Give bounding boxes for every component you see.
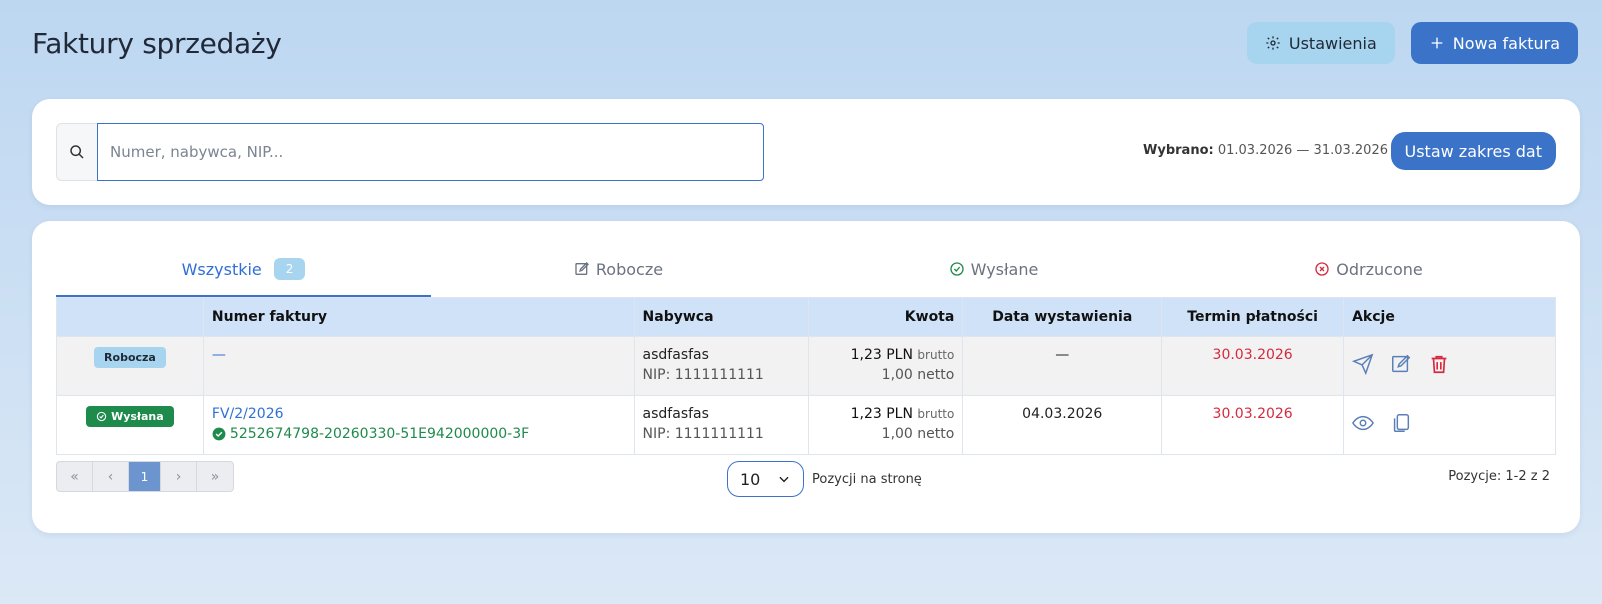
settings-button[interactable]: Ustawienia — [1246, 22, 1395, 64]
search-input[interactable] — [97, 123, 764, 181]
filter-card: Wybrano: 01.03.2026 — 31.03.2026 Ustaw z… — [32, 99, 1580, 205]
tab-sent-label: Wysłane — [970, 259, 1039, 279]
due-date: 30.03.2026 — [1161, 336, 1345, 396]
edit-icon — [574, 261, 590, 277]
positions-count: Pozycje: 1-2 z 2 — [1448, 469, 1550, 484]
invoice-number-link[interactable]: — — [212, 347, 226, 363]
col-status — [56, 297, 204, 337]
page-number-button[interactable]: 1 — [129, 462, 161, 491]
check-circle-icon — [949, 261, 965, 277]
issue-date: 04.03.2026 — [962, 395, 1163, 455]
buyer-name: asdfasfas — [642, 406, 709, 422]
status-badge: Wysłana — [86, 406, 174, 427]
per-page-label: Pozycji na stronę — [812, 471, 922, 487]
row-actions — [1352, 347, 1547, 375]
check-circle-icon — [96, 411, 107, 422]
table-header-row: Numer faktury Nabywca Kwota Data wystawi… — [56, 297, 1556, 337]
search-icon — [56, 123, 97, 181]
buyer-nip: NIP: 1111111111 — [642, 426, 764, 442]
edit-icon[interactable] — [1390, 353, 1412, 375]
chevron-down-icon — [777, 472, 791, 486]
due-date: 30.03.2026 — [1161, 395, 1345, 455]
gross-amount: 1,23 PLN — [850, 347, 913, 363]
selected-date-range: Wybrano: 01.03.2026 — 31.03.2026 — [1143, 143, 1388, 158]
ksef-number: 5252674798-20260330-51E942000000-3F — [212, 426, 626, 442]
plus-icon — [1429, 35, 1445, 51]
settings-label: Ustawienia — [1288, 33, 1377, 53]
x-circle-icon — [1314, 261, 1330, 277]
status-badge-label: Wysłana — [111, 410, 164, 423]
page-title: Faktury sprzedaży — [32, 26, 282, 60]
per-page-select[interactable]: 10 — [727, 461, 804, 497]
tab-sent[interactable]: Wysłane — [806, 243, 1181, 297]
tab-drafts-label: Robocze — [595, 259, 664, 279]
buyer-name: asdfasfas — [642, 347, 709, 363]
selected-prefix: Wybrano: — [1143, 143, 1214, 158]
first-page-icon[interactable]: « — [57, 462, 93, 491]
check-filled-icon — [212, 427, 226, 441]
gross-suffix: brutto — [917, 348, 955, 362]
issue-date: — — [962, 336, 1163, 396]
tab-all[interactable]: Wszystkie 2 — [56, 243, 431, 297]
col-amount: Kwota — [808, 297, 964, 337]
col-issue-date: Data wystawienia — [962, 297, 1163, 337]
tab-all-label: Wszystkie — [181, 259, 262, 279]
net-amount: 1,00 netto — [881, 367, 955, 383]
invoices-card: Wszystkie 2 Robocze Wysłane Odrzucone Nu… — [32, 221, 1580, 533]
set-date-range-button[interactable]: Ustaw zakres dat — [1390, 132, 1556, 170]
col-due-date: Termin płatności — [1161, 297, 1345, 337]
col-buyer: Nabywca — [633, 297, 810, 337]
gross-suffix: brutto — [917, 407, 955, 421]
trash-icon[interactable] — [1428, 353, 1450, 375]
invoices-table: Numer faktury Nabywca Kwota Data wystawi… — [56, 297, 1556, 455]
tab-all-count-badge: 2 — [273, 258, 306, 280]
table-row: Wysłana FV/2/2026 5252674798-20260330-51… — [56, 395, 1556, 455]
tab-rejected[interactable]: Odrzucone — [1181, 243, 1556, 297]
gear-icon — [1265, 35, 1281, 51]
col-actions: Akcje — [1343, 297, 1556, 337]
copy-icon[interactable] — [1390, 412, 1412, 434]
new-invoice-label: Nowa faktura — [1452, 33, 1560, 53]
send-icon[interactable] — [1352, 353, 1374, 375]
net-amount: 1,00 netto — [881, 426, 955, 442]
row-actions — [1352, 406, 1547, 434]
tab-rejected-label: Odrzucone — [1336, 259, 1423, 279]
eye-icon[interactable] — [1352, 412, 1375, 434]
new-invoice-button[interactable]: Nowa faktura — [1410, 22, 1578, 64]
header-actions: Ustawienia Nowa faktura — [1246, 22, 1578, 64]
invoice-number-link[interactable]: FV/2/2026 — [212, 406, 284, 422]
last-page-icon[interactable]: » — [197, 462, 233, 491]
col-invoice-number: Numer faktury — [202, 297, 635, 337]
page-header: Faktury sprzedaży Ustawienia Nowa faktur… — [32, 18, 1578, 68]
status-tabs: Wszystkie 2 Robocze Wysłane Odrzucone — [56, 243, 1556, 297]
pagination: « ‹ 1 › » — [56, 461, 234, 492]
table-row: Robocza — asdfasfas NIP: 1111111111 1,23… — [56, 336, 1556, 396]
search-group — [56, 123, 764, 181]
tab-drafts[interactable]: Robocze — [431, 243, 806, 297]
selected-range-value: 01.03.2026 — 31.03.2026 — [1217, 143, 1388, 158]
buyer-nip: NIP: 1111111111 — [642, 367, 764, 383]
prev-page-icon[interactable]: ‹ — [93, 462, 129, 491]
status-badge: Robocza — [94, 347, 166, 368]
ksef-number-value: 5252674798-20260330-51E942000000-3F — [229, 426, 530, 442]
gross-amount: 1,23 PLN — [850, 406, 913, 422]
next-page-icon[interactable]: › — [161, 462, 197, 491]
per-page-control: 10 Pozycji na stronę — [727, 461, 922, 497]
per-page-value: 10 — [740, 469, 761, 489]
